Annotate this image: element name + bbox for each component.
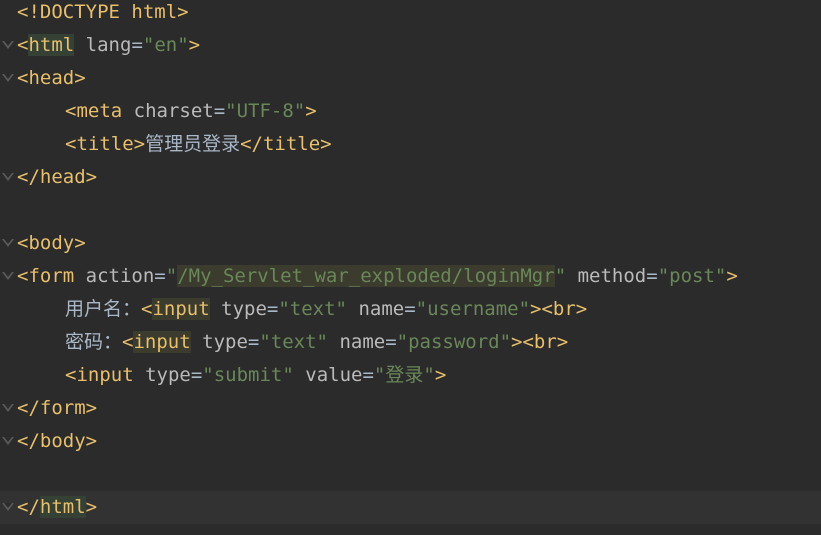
code-token-highlighted: html [28,34,75,56]
code-token: < [141,298,153,320]
code-token: charset [133,100,214,122]
code-token-highlighted: html [39,496,86,518]
fold-marker-icon[interactable] [2,272,14,280]
code-token: > [434,364,447,386]
code-token: <title> [65,133,146,155]
fold-marker-icon[interactable] [2,239,14,247]
code-token: <body> [17,232,86,254]
code-token: > [188,34,201,56]
code-token: name [358,298,405,320]
code-token: <!DOCTYPE html> [17,1,189,23]
code-token: = [190,364,203,386]
code-token: = [247,331,260,353]
code-token-highlighted: /My_Servlet_war_exploded/loginMgr [177,265,555,287]
code-line-7[interactable] [0,194,821,227]
code-token: "登录" [373,364,435,386]
code-line-2[interactable]: <html lang="en"> [0,29,821,62]
code-token: = [385,331,397,353]
code-token: ><br> [511,331,569,353]
code-token: "username" [415,298,531,320]
code-token: </head> [17,166,98,188]
code-token: = [404,298,416,320]
code-line-1[interactable]: <!DOCTYPE html> [0,0,821,29]
code-token: " [554,265,567,287]
code-token: <form [17,265,86,287]
code-text: 用户名： [65,298,142,320]
code-token: <head> [17,67,86,89]
fold-marker-icon[interactable] [2,503,14,511]
code-token: <input [65,364,146,386]
code-token: = [154,265,166,287]
code-token: action [85,265,155,287]
code-token-highlighted: input [152,298,210,320]
code-token: lang [85,34,132,56]
code-token: = [266,298,279,320]
code-token-highlighted: input [133,331,191,353]
code-token: = [131,34,143,56]
code-token: type [145,364,191,386]
code-token: method [577,265,647,287]
code-line-15[interactable] [0,458,821,491]
code-token: type [202,331,248,353]
code-line-3[interactable]: <head> [0,62,821,95]
code-token: name [339,331,386,353]
code-token: "en" [142,34,189,56]
code-token: </ [17,496,40,518]
code-token: </form> [17,397,98,419]
code-line-10[interactable]: 用户名：<input type="text" name="username"><… [0,293,821,326]
code-token: type [221,298,267,320]
fold-marker-icon[interactable] [2,173,14,181]
code-token: <meta [65,100,134,122]
code-token: value [305,364,363,386]
code-token: > [305,100,317,122]
code-line-6[interactable]: </head> [0,161,821,194]
code-token: "password" [396,331,512,353]
code-token: </title> [240,133,332,155]
code-token: </body> [17,430,98,452]
code-line-4[interactable]: <meta charset="UTF-8"> [0,95,821,128]
code-token: = [213,100,226,122]
fold-marker-icon[interactable] [2,404,14,412]
code-token: "post" [657,265,727,287]
fold-marker-icon[interactable] [2,74,14,82]
code-line-8[interactable]: <body> [0,227,821,260]
code-token: ><br> [530,298,588,320]
code-token: < [17,34,29,56]
code-token: "submit" [202,364,294,386]
fold-marker-icon[interactable] [2,437,14,445]
code-line-16-current[interactable]: </html> [0,491,821,524]
code-line-11[interactable]: 密码：<input type="text" name="password"><b… [0,326,821,359]
code-token: < [122,331,134,353]
code-editor[interactable]: <!DOCTYPE html> <html lang="en"> <head> … [0,0,821,535]
code-token: = [362,364,374,386]
code-token: > [726,265,738,287]
code-token: " [165,265,178,287]
code-token: > [85,496,98,518]
code-line-14[interactable]: </body> [0,425,821,458]
code-text: 管理员登录 [145,133,241,155]
code-token: "text" [278,298,347,320]
code-line-5[interactable]: <title>管理员登录</title> [0,128,821,161]
code-line-12[interactable]: <input type="submit" value="登录"> [0,359,821,392]
code-token: "UTF-8" [225,100,306,122]
code-token: "text" [259,331,328,353]
code-token: = [646,265,658,287]
fold-marker-icon[interactable] [2,41,14,49]
code-text: 密码： [65,331,123,353]
code-line-9[interactable]: <form action="/My_Servlet_war_exploded/l… [0,260,821,293]
code-line-13[interactable]: </form> [0,392,821,425]
